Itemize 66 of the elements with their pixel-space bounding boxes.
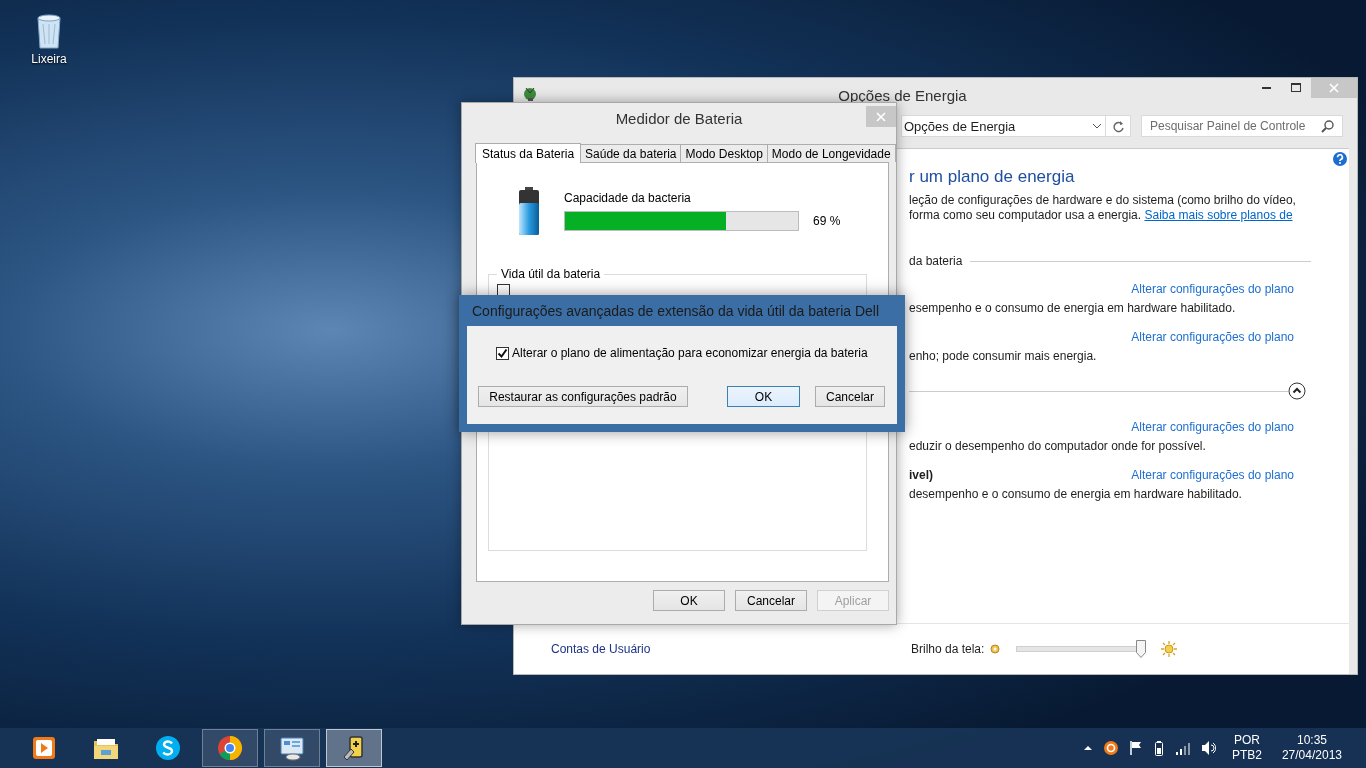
desktop-icon-label[interactable]: Lixeira (31, 52, 67, 66)
tray-app-icon[interactable] (1102, 740, 1119, 756)
tab[interactable]: Status da Bateria (475, 143, 582, 163)
close-icon (876, 111, 886, 122)
plan-name: ivel) (909, 468, 933, 483)
dialog-button[interactable]: Cancelar (815, 386, 885, 407)
search-icon (1321, 119, 1334, 133)
language-indicator[interactable]: POR (1233, 733, 1260, 748)
change-plan-link[interactable]: Alterar configurações do plano (1131, 330, 1294, 345)
dialog-button[interactable]: OK (727, 386, 800, 407)
dialog-button[interactable]: Cancelar (735, 590, 807, 611)
refresh-icon (1111, 119, 1125, 133)
address-bar[interactable]: Opções de Energia (901, 115, 1131, 137)
page-heading: r um plano de energia (909, 167, 1076, 187)
search-field[interactable]: Pesquisar Painel de Controle (1141, 115, 1343, 137)
control-panel-icon (279, 735, 305, 761)
capacity-label: Capacidade da bacteria (564, 191, 692, 205)
taskbar-app-button[interactable] (326, 729, 382, 767)
change-plan-link[interactable]: Alterar configurações do plano (1131, 282, 1294, 297)
learn-more-link[interactable]: Saiba mais sobre planos de (1144, 208, 1293, 222)
media-player-icon (31, 735, 57, 761)
flag-icon[interactable] (1128, 740, 1143, 756)
taskbar-app-button[interactable] (202, 729, 258, 767)
clock-time[interactable]: 10:35 (1296, 733, 1327, 748)
plan-description: eduzir o desempenho do computador onde for possível. (909, 439, 1207, 454)
dialog-button[interactable]: OK (653, 590, 725, 611)
slider-thumb[interactable] (1135, 640, 1146, 658)
signal-icon[interactable] (1174, 741, 1191, 755)
skype-icon (155, 735, 181, 761)
plan-description: enho; pode consumir mais energia. (909, 349, 1098, 364)
intro-text: leção de configurações de hardware e do sistema (como brilho do vídeo, (909, 193, 1297, 208)
tab[interactable]: Modo Desktop (680, 144, 768, 162)
language-indicator[interactable]: PTB2 (1231, 748, 1262, 763)
change-plan-link[interactable]: Alterar configurações do plano (1131, 420, 1294, 435)
taskbar-app-button[interactable] (264, 729, 320, 767)
help-icon[interactable] (1333, 152, 1347, 166)
dim-sun-icon (990, 644, 1001, 654)
capacity-reading: 69 % (813, 214, 841, 228)
section-heading: da bateria (909, 254, 963, 268)
collapse-button[interactable] (1288, 382, 1306, 400)
speaker-icon[interactable] (1200, 740, 1216, 756)
close-icon (1329, 83, 1339, 93)
brightness-label: Brilho da tela: (911, 642, 985, 656)
battery-icon[interactable] (1152, 740, 1165, 756)
battery-icon (516, 187, 542, 235)
dialog-title: Configurações avançadas de extensão da vida útil da bateria Dell (472, 301, 880, 321)
window-title: Medidor de Bateria (614, 109, 744, 127)
change-plan-link[interactable]: Alterar configurações do plano (1131, 468, 1294, 483)
clock-date[interactable]: 27/04/2013 (1281, 748, 1342, 763)
group-label: Vida útil da bateria (500, 267, 602, 281)
window-title: Opções de Energia (837, 86, 968, 104)
plan-description: esempenho e o consumo de energia em hardware habilitado. (909, 301, 1237, 316)
nav-link[interactable]: Contas de Usuário (551, 642, 911, 656)
checkbox-label: Alterar o plano de alimentação para economizar energia da bateria (512, 346, 868, 360)
minimize-icon (1261, 87, 1271, 89)
address-text: Opções de Energia (903, 118, 1017, 134)
plan-description: desempenho e o consumo de energia em hardware habilitado. (909, 487, 1243, 502)
maximize-icon (1291, 83, 1301, 93)
tab[interactable]: Modo de Longevidade (766, 144, 896, 162)
chevron-down-icon (1092, 122, 1102, 130)
intro-text: forma como seu computador usa a energia. (909, 208, 1143, 222)
chrome-icon (217, 735, 243, 761)
checkbox[interactable] (496, 346, 509, 360)
dialog-button[interactable]: Restaurar as configurações padrão (478, 386, 688, 407)
bright-sun-icon (1160, 640, 1179, 658)
show-hidden-icons-icon[interactable] (1082, 744, 1093, 752)
